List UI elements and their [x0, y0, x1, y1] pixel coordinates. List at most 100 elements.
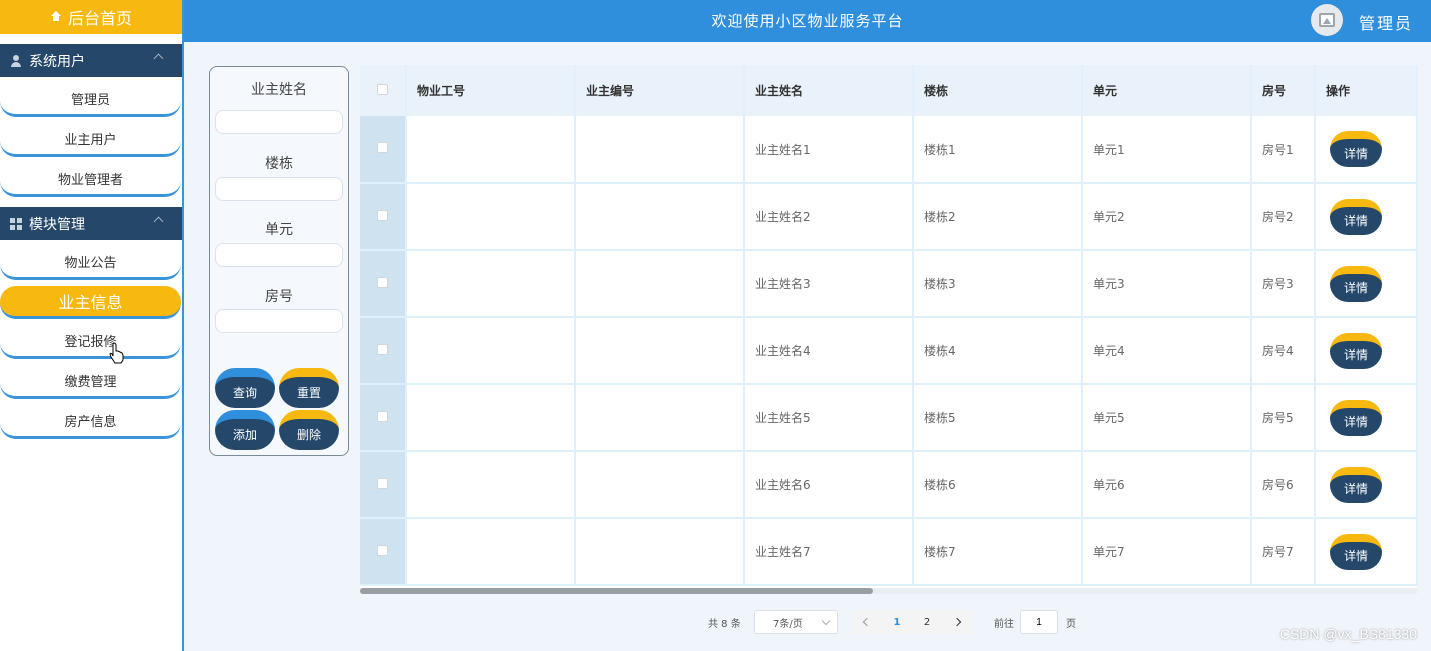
sidebar-item-payments[interactable]: 缴费管理	[0, 365, 181, 399]
table-cell-room: 房号5	[1251, 384, 1316, 452]
table-cell-staff-no	[406, 317, 576, 385]
horizontal-scrollbar[interactable]	[360, 588, 1417, 594]
delete-button[interactable]: 删除	[279, 410, 339, 450]
column-header[interactable]: 物业工号	[406, 65, 576, 116]
row-select-cell	[360, 451, 407, 519]
sidebar-item-owner-info[interactable]: 业主信息	[0, 286, 181, 319]
action-cell: 详情	[1315, 116, 1418, 184]
top-bar: 欢迎使用小区物业服务平台 管理员	[184, 0, 1431, 42]
menu-group-system-users[interactable]: 系统用户	[0, 44, 182, 77]
home-link[interactable]: 后台首页	[0, 0, 182, 34]
row-select-cell	[360, 518, 407, 586]
table-cell-owner-no	[575, 183, 745, 251]
table-cell-unit: 单元1	[1082, 116, 1252, 184]
column-header[interactable]: 房号	[1251, 65, 1316, 116]
menu-group-modules[interactable]: 模块管理	[0, 207, 182, 240]
chevron-up-icon	[153, 53, 164, 64]
table-cell-building: 楼栋7	[913, 518, 1083, 586]
column-header[interactable]: 楼栋	[913, 65, 1083, 116]
chevron-right-icon	[952, 617, 962, 627]
sidebar-item-property-info[interactable]: 房产信息	[0, 405, 181, 439]
detail-button[interactable]: 详情	[1330, 399, 1382, 436]
table-cell-staff-no	[406, 451, 576, 519]
row-checkbox[interactable]	[377, 477, 388, 489]
page-number[interactable]: 2	[912, 610, 942, 634]
column-header[interactable]: 业主姓名	[744, 65, 914, 116]
unit-input[interactable]	[215, 243, 343, 267]
row-checkbox[interactable]	[377, 142, 388, 153]
reset-button[interactable]: 重置	[279, 368, 339, 408]
menu-group-title: 系统用户	[29, 53, 85, 70]
row-checkbox[interactable]	[377, 209, 388, 221]
table-cell-room: 房号3	[1251, 250, 1316, 318]
owner-table: 物业工号 业主编号 业主姓名 楼栋 单元 房号 操作 业主姓名1 楼栋1 单元1 房号…	[360, 65, 1418, 590]
scrollbar-thumb[interactable]	[360, 588, 873, 594]
building-input[interactable]	[215, 177, 343, 201]
home-label: 后台首页	[67, 9, 132, 28]
table-cell-staff-no	[406, 116, 576, 184]
chevron-down-icon	[821, 616, 831, 626]
sidebar: 后台首页 系统用户 管理员 业主用户 物业管理者 模块管理 物业公告 业主信息 …	[0, 0, 184, 651]
row-checkbox[interactable]	[377, 276, 388, 288]
sidebar-item-admin[interactable]: 管理员	[0, 83, 181, 117]
table-cell-building: 楼栋5	[913, 384, 1083, 452]
avatar[interactable]	[1311, 4, 1343, 36]
row-select-cell	[360, 317, 407, 385]
detail-button[interactable]: 详情	[1330, 265, 1382, 302]
table-cell-building: 楼栋6	[913, 451, 1083, 519]
table-cell-name: 业主姓名2	[744, 183, 914, 251]
user-label[interactable]: 管理员	[1359, 10, 1413, 34]
page-size-select[interactable]: 7条/页	[754, 610, 838, 634]
sidebar-item-repairs[interactable]: 登记报修	[0, 325, 181, 359]
next-page-button[interactable]	[942, 610, 972, 634]
action-cell: 详情	[1315, 451, 1418, 519]
column-header[interactable]: 单元	[1082, 65, 1252, 116]
action-cell: 详情	[1315, 384, 1418, 452]
action-cell: 详情	[1315, 183, 1418, 251]
detail-button[interactable]: 详情	[1330, 198, 1382, 235]
goto-page-input[interactable]	[1020, 610, 1058, 634]
table-row: 业主姓名3 楼栋3 单元3 房号3 详情	[360, 250, 1418, 318]
table-cell-name: 业主姓名7	[744, 518, 914, 586]
row-checkbox[interactable]	[377, 544, 388, 556]
table-cell-owner-no	[575, 384, 745, 452]
table-cell-room: 房号2	[1251, 183, 1316, 251]
column-header[interactable]: 业主编号	[575, 65, 745, 116]
table-row: 业主姓名1 楼栋1 单元1 房号1 详情	[360, 116, 1418, 184]
table-cell-room: 房号4	[1251, 317, 1316, 385]
table-cell-building: 楼栋3	[913, 250, 1083, 318]
table-cell-owner-no	[575, 317, 745, 385]
room-input[interactable]	[215, 309, 343, 333]
table-cell-unit: 单元5	[1082, 384, 1252, 452]
table-row: 业主姓名6 楼栋6 单元6 房号6 详情	[360, 451, 1418, 519]
row-checkbox[interactable]	[377, 410, 388, 422]
sidebar-item-property-managers[interactable]: 物业管理者	[0, 163, 181, 197]
table-row: 业主姓名4 楼栋4 单元4 房号4 详情	[360, 317, 1418, 385]
page-unit-label: 页	[1066, 618, 1076, 630]
pagination: 共 8 条 7条/页 1 2 前往 页	[708, 610, 1076, 634]
action-cell: 详情	[1315, 518, 1418, 586]
unit-label: 单元	[265, 222, 293, 238]
owner-name-input[interactable]	[215, 110, 343, 134]
page-size-value: 7条/页	[773, 618, 803, 630]
goto-label: 前往	[994, 618, 1014, 630]
table-cell-owner-no	[575, 451, 745, 519]
query-button[interactable]: 查询	[215, 368, 275, 408]
user-icon	[10, 54, 22, 67]
sidebar-item-announcements[interactable]: 物业公告	[0, 246, 181, 280]
detail-button[interactable]: 详情	[1330, 332, 1382, 369]
detail-button[interactable]: 详情	[1330, 131, 1382, 167]
sidebar-item-owner-users[interactable]: 业主用户	[0, 123, 181, 157]
select-all-checkbox[interactable]	[377, 83, 388, 95]
table-cell-unit: 单元4	[1082, 317, 1252, 385]
detail-button[interactable]: 详情	[1330, 466, 1382, 503]
row-checkbox[interactable]	[377, 343, 388, 355]
detail-button[interactable]: 详情	[1330, 533, 1382, 570]
table-cell-name: 业主姓名5	[744, 384, 914, 452]
prev-page-button[interactable]	[852, 610, 882, 634]
add-button[interactable]: 添加	[215, 410, 275, 450]
chevron-up-icon	[153, 216, 164, 227]
chevron-left-icon	[862, 617, 872, 627]
owner-name-label: 业主姓名	[251, 82, 307, 98]
page-number[interactable]: 1	[882, 610, 912, 634]
